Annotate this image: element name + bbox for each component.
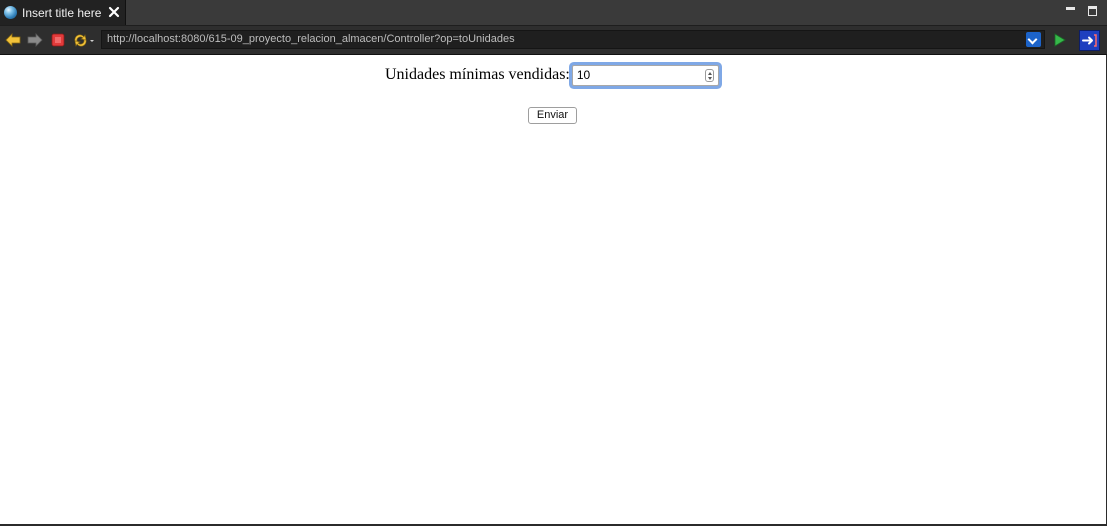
close-icon[interactable] [107, 5, 121, 19]
stop-icon[interactable] [50, 32, 66, 48]
page-content: Unidades mínimas vendidas: 10 Enviar [0, 55, 1107, 524]
minimize-icon[interactable] [1066, 5, 1076, 15]
submit-button[interactable]: Enviar [528, 107, 577, 124]
url-field[interactable]: http://localhost:8080/615-09_proyecto_re… [101, 30, 1045, 49]
url-dropdown-icon[interactable] [1026, 32, 1041, 47]
external-browser-icon[interactable] [1079, 30, 1100, 51]
go-icon[interactable] [1052, 32, 1068, 48]
tab-insert-title[interactable]: Insert title here [0, 0, 126, 25]
browser-toolbar: http://localhost:8080/615-09_proyecto_re… [0, 26, 1107, 55]
maximize-icon[interactable] [1088, 5, 1098, 16]
refresh-icon[interactable] [72, 32, 96, 48]
min-units-label: Unidades mínimas vendidas: [385, 66, 570, 83]
tab-title: Insert title here [22, 5, 102, 20]
stepper-down-icon[interactable] [707, 76, 712, 80]
min-units-input[interactable]: 10 [571, 64, 719, 86]
min-units-value: 10 [576, 67, 591, 82]
back-arrow-icon[interactable] [5, 32, 21, 48]
tab-bar: Insert title here [0, 0, 1107, 26]
stepper-up-icon[interactable] [707, 71, 712, 75]
forward-arrow-icon[interactable] [27, 32, 43, 48]
number-stepper-icon[interactable] [704, 68, 714, 82]
browser-window: Insert title here http://localhost:8080/… [0, 0, 1107, 526]
units-form-row: Unidades mínimas vendidas: 10 [385, 62, 719, 88]
globe-icon [4, 6, 17, 19]
